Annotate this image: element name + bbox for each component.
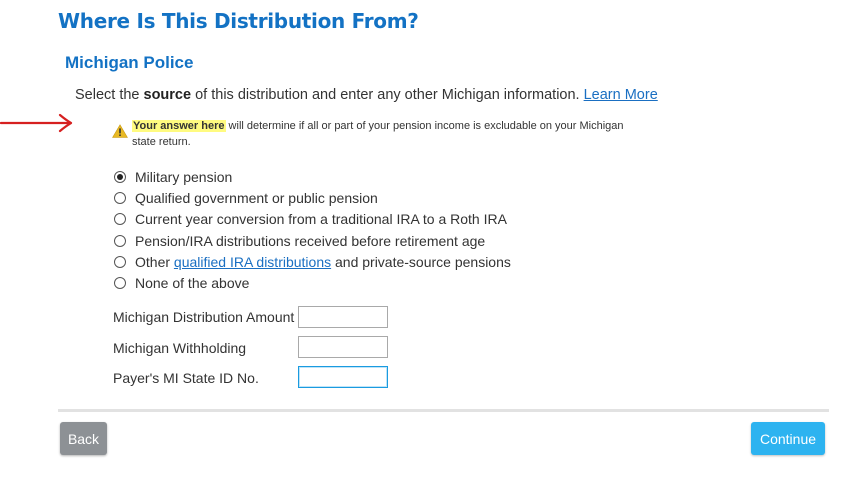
- radio-button[interactable]: [114, 234, 126, 247]
- warning-highlight: Your answer here: [132, 120, 226, 132]
- divider: [58, 409, 829, 412]
- radio-option-roth-conversion[interactable]: Current year conversion from a tradition…: [114, 209, 511, 230]
- red-arrow-annotation: [0, 113, 73, 133]
- radio-button[interactable]: [114, 191, 126, 204]
- qualified-ira-link[interactable]: qualified IRA distributions: [174, 254, 331, 270]
- section-title: Michigan Police: [65, 53, 194, 72]
- payer-id-input[interactable]: [298, 366, 388, 388]
- radio-option-military-pension[interactable]: Military pension: [114, 166, 511, 187]
- instructions-text: Select the source of this distribution a…: [75, 87, 658, 103]
- radio-button[interactable]: [114, 255, 126, 268]
- radio-option-none[interactable]: None of the above: [114, 272, 511, 293]
- radio-label: Military pension: [135, 168, 233, 185]
- distribution-amount-input[interactable]: [298, 306, 388, 328]
- radio-label: Other qualified IRA distributions and pr…: [135, 254, 511, 270]
- radio-label: Qualified government or public pension: [135, 189, 378, 206]
- radio-option-other-qualified[interactable]: Other qualified IRA distributions and pr…: [114, 251, 511, 272]
- radio-button[interactable]: [114, 277, 126, 290]
- distribution-amount-label: Michigan Distribution Amount: [113, 309, 295, 325]
- warning-triangle-icon: [112, 124, 128, 138]
- continue-button[interactable]: Continue: [751, 422, 825, 455]
- instructions-bold: source: [143, 87, 192, 103]
- warning-message: Your answer here will determine if all o…: [132, 118, 632, 150]
- radio-option-government-pension[interactable]: Qualified government or public pension: [114, 187, 511, 208]
- instructions-prefix: Select the: [75, 87, 144, 103]
- radio-label: None of the above: [135, 275, 250, 292]
- radio-option-early-distribution[interactable]: Pension/IRA distributions received befor…: [114, 230, 511, 251]
- withholding-input[interactable]: [298, 336, 388, 358]
- radio-label-suffix: and private-source pensions: [331, 253, 511, 270]
- radio-button[interactable]: [114, 213, 126, 226]
- radio-label: Pension/IRA distributions received befor…: [135, 232, 486, 249]
- payer-id-label: Payer's MI State ID No.: [113, 370, 259, 386]
- back-button[interactable]: Back: [60, 422, 107, 455]
- radio-button-checked[interactable]: [114, 170, 126, 183]
- source-radio-group: Military pension Qualified government or…: [114, 166, 511, 294]
- radio-label: Current year conversion from a tradition…: [135, 211, 507, 228]
- withholding-label: Michigan Withholding: [113, 340, 247, 356]
- radio-label-prefix: Other: [135, 253, 174, 270]
- instructions-suffix: of this distribution and enter any other…: [191, 87, 584, 103]
- learn-more-link[interactable]: Learn More: [584, 87, 658, 103]
- page-title: Where Is This Distribution From?: [58, 9, 419, 33]
